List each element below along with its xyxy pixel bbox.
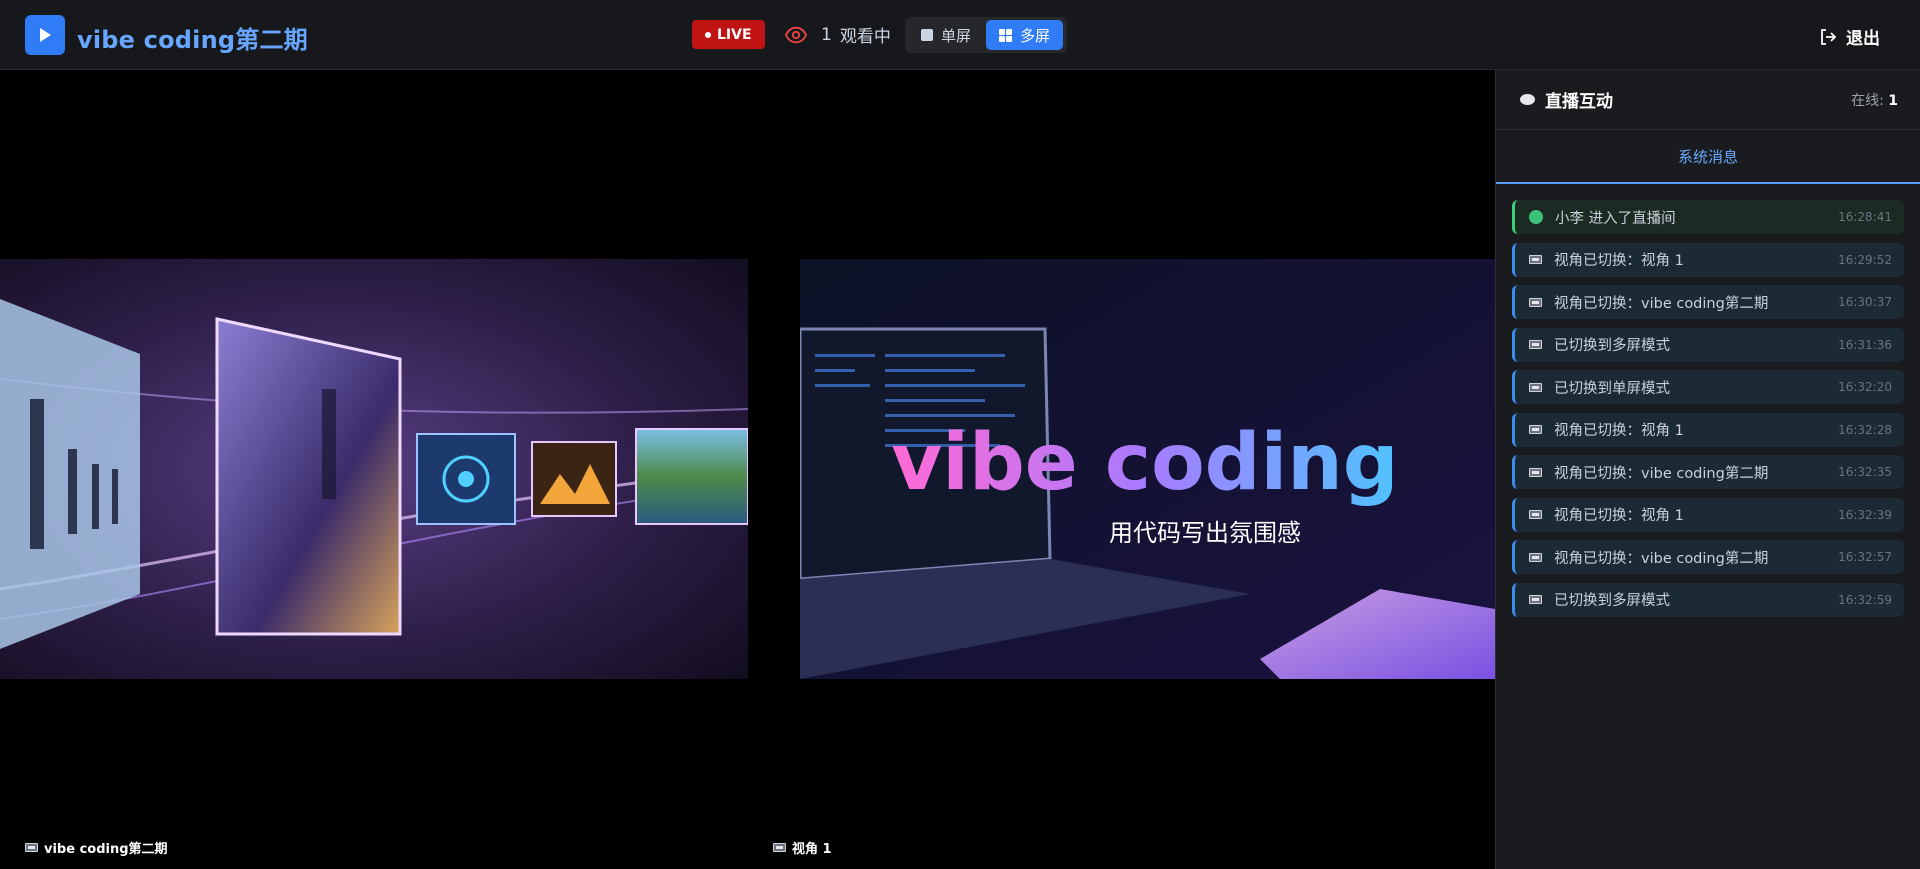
message-text: 视角已切换：vibe coding第二期 — [1554, 295, 1769, 312]
video-label-text: vibe coding第二期 — [44, 842, 168, 857]
camera-icon — [1529, 255, 1542, 264]
message-text: 视角已切换：vibe coding第二期 — [1554, 550, 1769, 567]
logout-label: 退出 — [1846, 29, 1880, 49]
square-icon — [921, 29, 933, 41]
camera-icon — [1529, 510, 1542, 519]
tab-system-messages[interactable]: 系统消息 — [1678, 146, 1738, 167]
camera-icon — [25, 843, 38, 852]
message-time: 16:32:39 — [1838, 507, 1892, 522]
top-bar: vibe coding第二期 LIVE 1 观看中 单屏 多屏 退出 — [0, 0, 1920, 70]
video-label-main: vibe coding第二期 — [25, 838, 168, 857]
viewer-number: 1 — [821, 24, 832, 45]
video-grid: vibe coding 用代码写出氛围感 vibe coding第二期 视角 1 — [0, 70, 1495, 869]
camera-icon — [1529, 382, 1542, 392]
list-item: 视角已切换：vibe coding第二期 16:32:35 — [1512, 455, 1904, 489]
message-time: 16:32:57 — [1838, 550, 1892, 564]
list-item: 视角已切换：视角 1 16:32:28 — [1512, 412, 1904, 447]
overlay-title: vibe coding — [891, 418, 1398, 508]
video-stream-angle-1[interactable]: vibe coding 用代码写出氛围感 — [800, 259, 1495, 679]
camera-icon — [1529, 425, 1542, 434]
viewer-label: 观看中 — [839, 27, 891, 47]
video-frame-image: vibe coding 用代码写出氛围感 — [800, 259, 1495, 679]
single-screen-button[interactable]: 单屏 — [908, 20, 984, 50]
panel-tabs: 系统消息 — [1496, 130, 1920, 184]
user-avatar-icon — [1529, 210, 1543, 224]
video-frame-image — [0, 259, 748, 679]
logout-button[interactable]: 退出 — [1818, 24, 1880, 49]
message-time: 16:32:35 — [1838, 465, 1892, 479]
message-text: 已切换到多屏模式 — [1554, 338, 1670, 354]
video-label-angle: 视角 1 — [773, 838, 832, 857]
message-time: 16:32:59 — [1838, 592, 1892, 607]
chat-bubble-icon — [1520, 94, 1535, 105]
camera-icon — [773, 843, 786, 852]
list-item: 视角已切换：视角 1 16:29:52 — [1512, 242, 1904, 277]
list-item: 视角已切换：vibe coding第二期 16:30:37 — [1512, 285, 1904, 319]
online-count: 在线: 1 — [1851, 90, 1898, 110]
message-time: 16:32:20 — [1838, 380, 1892, 394]
list-item: 已切换到单屏模式 16:32:20 — [1512, 370, 1904, 404]
view-mode-toggle: 单屏 多屏 — [905, 17, 1067, 53]
camera-icon — [1529, 595, 1542, 604]
grid-icon — [999, 28, 1013, 42]
eye-icon — [785, 26, 807, 43]
single-screen-label: 单屏 — [941, 26, 972, 45]
message-text: 小李 进入了直播间 — [1555, 210, 1676, 227]
message-text: 视角已切换：视角 1 — [1554, 253, 1684, 269]
message-list[interactable]: 小李 进入了直播间 16:28:41 视角已切换：视角 1 16:29:52 视角已切换… — [1496, 184, 1920, 617]
list-item: 已切换到多屏模式 16:32:59 — [1512, 582, 1904, 617]
camera-icon — [1529, 340, 1542, 349]
camera-icon — [1529, 552, 1542, 562]
message-time: 16:31:36 — [1838, 337, 1892, 352]
interaction-panel: 直播互动 在线: 1 系统消息 小李 进入了直播间 16:28:41 视角已切换：视… — [1495, 70, 1920, 869]
app-title: vibe coding第二期 — [77, 26, 308, 54]
message-time: 16:28:41 — [1838, 210, 1892, 224]
message-time: 16:32:28 — [1838, 422, 1892, 437]
online-label: 在线: — [1851, 92, 1889, 109]
message-time: 16:29:52 — [1838, 252, 1892, 267]
video-label-text: 视角 1 — [792, 842, 832, 857]
panel-title-text: 直播互动 — [1545, 92, 1613, 112]
message-text: 视角已切换：vibe coding第二期 — [1554, 465, 1769, 482]
live-label: LIVE — [717, 26, 752, 43]
multi-screen-label: 多屏 — [1020, 26, 1051, 45]
list-item: 视角已切换：vibe coding第二期 16:32:57 — [1512, 540, 1904, 574]
logout-icon — [1821, 28, 1837, 45]
panel-title: 直播互动 — [1520, 87, 1613, 112]
overlay-subtitle: 用代码写出氛围感 — [1109, 519, 1301, 547]
message-text: 视角已切换：视角 1 — [1554, 423, 1684, 439]
list-item: 小李 进入了直播间 16:28:41 — [1512, 200, 1904, 234]
message-time: 16:30:37 — [1838, 295, 1892, 309]
viewer-count: 1 观看中 — [785, 22, 891, 47]
online-number: 1 — [1888, 92, 1898, 109]
live-dot-icon — [705, 31, 711, 38]
panel-header: 直播互动 在线: 1 — [1496, 70, 1920, 130]
play-logo-icon — [25, 15, 65, 55]
live-badge: LIVE — [692, 20, 765, 49]
message-text: 视角已切换：视角 1 — [1554, 508, 1684, 524]
message-text: 已切换到多屏模式 — [1554, 593, 1670, 609]
list-item: 已切换到多屏模式 16:31:36 — [1512, 327, 1904, 362]
camera-icon — [1529, 297, 1542, 307]
message-text: 已切换到单屏模式 — [1554, 380, 1670, 397]
camera-icon — [1529, 467, 1542, 477]
list-item: 视角已切换：视角 1 16:32:39 — [1512, 497, 1904, 532]
multi-screen-button[interactable]: 多屏 — [986, 20, 1064, 50]
video-stream-main[interactable] — [0, 259, 748, 679]
